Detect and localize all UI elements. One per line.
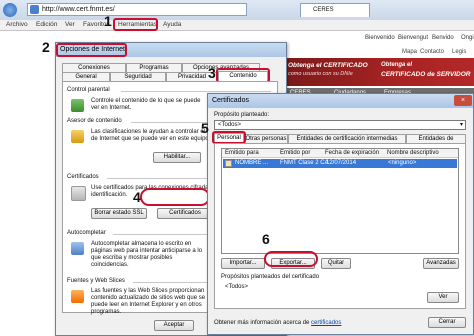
step-marker-2: 2: [42, 39, 50, 55]
column-expiration[interactable]: Fecha de expiración: [325, 150, 379, 157]
address-bar[interactable]: http://www.cert.fnmt.es/: [27, 3, 247, 16]
view-button[interactable]: Ver: [427, 292, 459, 303]
close-icon[interactable]: ×: [454, 95, 472, 106]
parental-title: Control parental: [67, 87, 110, 93]
menu-help[interactable]: Ayuda: [163, 21, 181, 28]
autocomplete-text: Autocompletar almacena lo escrito en pág…: [91, 241, 203, 268]
family-icon: [71, 99, 84, 112]
column-issued-to[interactable]: Emitido para: [225, 150, 259, 157]
highlight-internet-options: [56, 43, 127, 57]
nav-benvido[interactable]: Benvido: [432, 35, 454, 42]
feeds-text: Las fuentes y las Web Slices proporciona…: [91, 288, 206, 315]
close-button[interactable]: Cerrar: [428, 317, 466, 328]
more-info-prefix: Obtener más información acerca de: [214, 320, 312, 326]
highlight-certificates-button: [140, 188, 210, 206]
purpose-select[interactable]: <Todos> ▾: [214, 120, 466, 130]
purpose-value: <Todos>: [218, 122, 242, 128]
browser-toolbar: http://www.cert.fnmt.es/ CERES: [0, 0, 474, 20]
tab-title: CERES: [313, 7, 334, 13]
highlight-tools-menu: [113, 18, 158, 31]
accept-button-label: Aceptar: [163, 322, 185, 328]
site-banner[interactable]: Obtenga el CERTIFICADO como usuario con …: [284, 58, 474, 86]
purposes-value: <Todos>: [225, 284, 249, 290]
tab-seguridad[interactable]: Seguridad: [110, 72, 166, 81]
menu-edit[interactable]: Edición: [36, 21, 57, 28]
menu-file[interactable]: Archivo: [6, 21, 28, 28]
certificates-button-label: Certificados: [169, 210, 201, 216]
back-icon[interactable]: [3, 3, 17, 17]
advisor-title: Asesor de contenido: [67, 118, 122, 124]
advisor-icon: [71, 130, 84, 143]
chevron-down-icon: ▾: [459, 122, 463, 128]
banner2-bottom: CERTIFICADO de SERVIDOR: [381, 71, 471, 78]
accept-button[interactable]: Aceptar: [154, 320, 194, 331]
certificates-title: Certificados: [212, 97, 249, 104]
banner1-top: Obtenga el CERTIFICADO: [288, 62, 368, 69]
table-row[interactable]: NOMBRE ... FNMT Clase 2 CA 12/07/2014 <n…: [223, 159, 457, 168]
tab-programas[interactable]: Programas: [126, 63, 182, 72]
view-button-label: Ver: [438, 294, 448, 300]
advanced-button-label: Avanzadas: [426, 260, 456, 266]
certificates-panel: Emitido para Emitido por Fecha de expira…: [214, 143, 466, 309]
certificate-icon: [225, 160, 232, 167]
step-marker-6: 6: [262, 231, 270, 247]
certificates-window: Certificados × Propósito planteado: <Tod…: [207, 93, 474, 335]
highlight-export-button: [264, 251, 318, 267]
step-marker-4: 4: [133, 189, 141, 205]
address-text: http://www.cert.fnmt.es/: [42, 6, 115, 13]
tab-raiz-confianza[interactable]: Entidades de certificación raíz de confi…: [406, 134, 466, 143]
purposes-label: Propósitos planteados del certificado: [221, 274, 320, 280]
certificates-list[interactable]: Emitido para Emitido por Fecha de expira…: [221, 148, 459, 254]
certificates-button[interactable]: Certificados: [157, 208, 213, 219]
step-marker-5: 5: [201, 120, 209, 136]
nav-mapa[interactable]: Mapa: [402, 49, 417, 56]
list-header: Emitido para Emitido por Fecha de expira…: [222, 149, 458, 158]
step-marker-1: 1: [104, 13, 112, 29]
row-issued-by: FNMT Clase 2 CA: [280, 160, 329, 166]
browser-tab[interactable]: CERES: [300, 3, 370, 17]
row-friendly-name: <ninguno>: [388, 160, 417, 166]
feeds-title: Fuentes y Web Slices: [67, 278, 125, 284]
row-expiration: 12/07/2014: [326, 160, 357, 166]
enable-button[interactable]: Habilitar...: [153, 152, 201, 163]
nav-contacto[interactable]: Contacto: [420, 49, 444, 56]
enable-button-label: Habilitar...: [163, 154, 191, 160]
nav-bienvenido[interactable]: Bienvenido: [365, 35, 395, 42]
autocomplete-title: Autocompletar: [67, 230, 106, 236]
tab-conexiones[interactable]: Conexiones: [62, 63, 126, 72]
column-friendly-name[interactable]: Nombre descriptivo: [387, 150, 439, 157]
banner2-top: Obtenga el: [381, 62, 413, 68]
remove-button[interactable]: Quitar: [321, 258, 351, 269]
certs-title: Certificados: [67, 174, 99, 180]
autocomplete-icon: [71, 242, 84, 255]
purpose-label: Propósito planteado:: [214, 112, 270, 118]
tab-otras-personas[interactable]: Otras personas: [244, 134, 288, 143]
advanced-button[interactable]: Avanzadas: [423, 258, 459, 269]
nav-legis[interactable]: Legis: [452, 49, 466, 56]
feeds-icon: [71, 290, 84, 303]
row-issued-to: NOMBRE ...: [235, 160, 269, 166]
tab-general[interactable]: General: [62, 72, 110, 81]
clear-ssl-label: Borrar estado SSL: [94, 210, 144, 216]
nav-ongi[interactable]: Ongi: [461, 35, 474, 42]
more-info-text: Obtener más información acerca de certif…: [214, 320, 341, 327]
menu-bar: Archivo Edición Ver Favoritos Herramient…: [0, 20, 474, 31]
certificates-link[interactable]: certificados: [311, 320, 341, 326]
remove-button-label: Quitar: [327, 260, 345, 266]
column-issued-by[interactable]: Emitido por: [280, 150, 310, 157]
certificates-titlebar: Certificados ×: [208, 94, 473, 108]
tab-intermedias[interactable]: Entidades de certificación intermedias: [288, 134, 406, 143]
parental-text: Controle el contenido de lo que se puede…: [91, 98, 201, 111]
page-icon: [30, 5, 39, 14]
certificate-icon: [71, 186, 86, 201]
menu-view[interactable]: Ver: [65, 21, 75, 28]
step-marker-3: 3: [208, 65, 216, 81]
separator: [121, 91, 271, 92]
import-button-label: Importar...: [229, 260, 257, 266]
clear-ssl-button[interactable]: Borrar estado SSL: [91, 208, 147, 219]
close-button-label: Cerrar: [438, 319, 456, 325]
nav-bienvengut[interactable]: Bienvengut: [398, 35, 428, 42]
import-button[interactable]: Importar...: [221, 258, 265, 269]
banner1-bottom: como usuario con su DNIe: [288, 71, 353, 77]
